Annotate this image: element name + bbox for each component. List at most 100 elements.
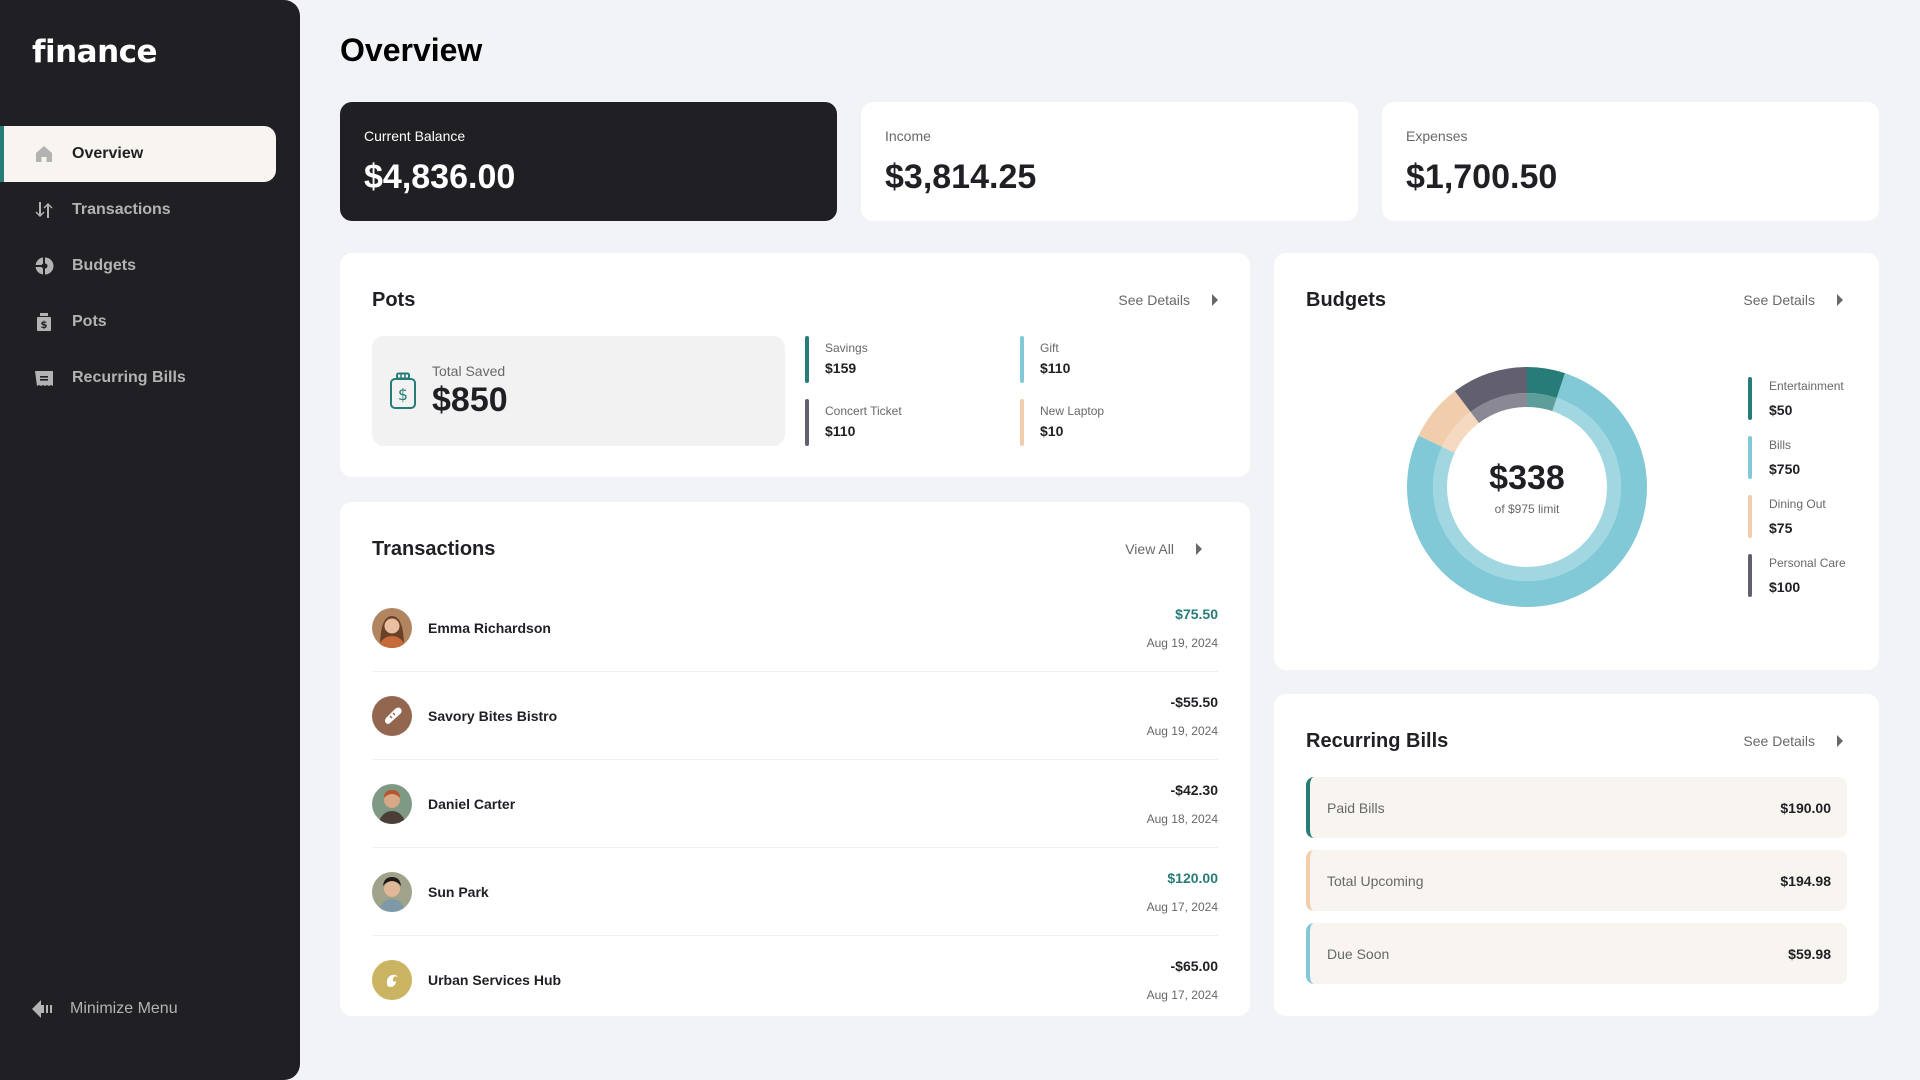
avatar-emma-richardson xyxy=(372,607,412,648)
transaction-name: Savory Bites Bistro xyxy=(428,707,558,724)
recurring-see-details-link[interactable]: See Details xyxy=(1743,733,1843,749)
pot-color-bar xyxy=(805,399,809,446)
sidebar-item-label: Pots xyxy=(72,313,107,330)
bill-row-total-upcoming: Total Upcoming $194.98 xyxy=(1306,850,1847,911)
transaction-amount: $120.00 xyxy=(1167,869,1218,886)
jar-icon: $ xyxy=(390,372,416,409)
pots-card: Pots See Details $ Total Saved $850 Savi… xyxy=(340,253,1250,477)
budget-limit-text: of $975 limit xyxy=(1494,501,1560,516)
transaction-name: Urban Services Hub xyxy=(428,972,562,988)
total-saved-box: $ Total Saved $850 xyxy=(372,336,785,446)
caret-right-icon xyxy=(1212,294,1218,306)
legend-name: Dining Out xyxy=(1769,497,1826,511)
pot-color-bar xyxy=(805,336,809,383)
current-balance-card: Current Balance $4,836.00 xyxy=(340,102,837,221)
page-title: Overview xyxy=(340,32,483,68)
transactions-header: Transactions View All xyxy=(372,534,1218,564)
bill-amount: $190.00 xyxy=(1780,799,1831,816)
pot-amount: $110 xyxy=(1040,360,1071,376)
home-icon xyxy=(32,142,56,166)
pot-amount: $10 xyxy=(1040,423,1064,439)
current-balance-label: Current Balance xyxy=(364,128,466,144)
view-all-label: View All xyxy=(1125,541,1174,557)
bill-row-paid: Paid Bills $190.00 xyxy=(1306,777,1847,838)
budgets-see-details-link[interactable]: See Details xyxy=(1743,292,1843,308)
pot-item-gift: Gift $110 xyxy=(1020,336,1225,383)
transaction-name: Daniel Carter xyxy=(428,795,516,812)
avatar-sun-park xyxy=(372,871,412,912)
transaction-date: Aug 17, 2024 xyxy=(1146,988,1218,1002)
app-logo[interactable]: finance xyxy=(32,34,158,70)
bill-row-due-soon: Due Soon $59.98 xyxy=(1306,923,1847,984)
income-label: Income xyxy=(885,128,931,144)
legend-item-bills: Bills $750 xyxy=(1748,436,1846,479)
see-details-label: See Details xyxy=(1118,292,1190,308)
see-details-label: See Details xyxy=(1743,292,1815,308)
legend-color-bar xyxy=(1748,495,1752,538)
caret-right-icon xyxy=(1837,294,1843,306)
recurring-bills-list: Paid Bills $190.00 Total Upcoming $194.9… xyxy=(1306,777,1847,996)
pot-item-savings: Savings $159 xyxy=(805,336,1020,383)
pot-amount: $159 xyxy=(825,360,857,376)
pot-color-bar xyxy=(1020,336,1024,383)
transactions-list: Emma Richardson $75.50 Aug 19, 2024 Savo… xyxy=(372,584,1218,1024)
sidebar-item-label: Transactions xyxy=(72,201,171,218)
service-icon xyxy=(372,960,412,1000)
sidebar-item-label: Budgets xyxy=(72,257,136,274)
current-balance-value: $4,836.00 xyxy=(364,158,516,196)
transaction-amount: -$55.50 xyxy=(1170,693,1218,710)
jar-icon: $ xyxy=(32,310,56,334)
legend-item-entertainment: Entertainment $50 xyxy=(1748,377,1846,420)
legend-color-bar xyxy=(1748,377,1752,420)
expenses-card: Expenses $1,700.50 xyxy=(1382,102,1879,221)
transaction-row[interactable]: Daniel Carter -$42.30 Aug 18, 2024 xyxy=(372,760,1218,848)
minimize-menu-label: Minimize Menu xyxy=(70,1000,178,1017)
bill-label: Due Soon xyxy=(1327,945,1390,962)
legend-name: Bills xyxy=(1769,438,1792,452)
transaction-row[interactable]: Savory Bites Bistro -$55.50 Aug 19, 2024 xyxy=(372,672,1218,760)
budgets-header: Budgets See Details xyxy=(1306,285,1847,315)
svg-text:$: $ xyxy=(398,385,408,404)
transaction-amount: $75.50 xyxy=(1175,605,1218,622)
pot-amount: $110 xyxy=(825,423,856,439)
bill-amount: $194.98 xyxy=(1780,872,1831,889)
minimize-menu-button[interactable]: Minimize Menu xyxy=(32,994,178,1024)
legend-name: Entertainment xyxy=(1769,379,1844,393)
transaction-row[interactable]: Sun Park $120.00 Aug 17, 2024 xyxy=(372,848,1218,936)
budgets-title: Budgets xyxy=(1306,288,1386,311)
bill-label: Paid Bills xyxy=(1327,799,1385,816)
sidebar-item-transactions[interactable]: Transactions xyxy=(0,182,276,238)
pot-name: Concert Ticket xyxy=(825,404,902,418)
sidebar-item-budgets[interactable]: Budgets xyxy=(0,238,276,294)
expenses-value: $1,700.50 xyxy=(1406,158,1558,196)
transactions-view-all-link[interactable]: View All xyxy=(1125,541,1202,557)
sidebar-item-label: Recurring Bills xyxy=(72,369,186,386)
legend-item-dining-out: Dining Out $75 xyxy=(1748,495,1846,538)
legend-amount: $750 xyxy=(1769,461,1801,477)
transaction-date: Aug 19, 2024 xyxy=(1146,635,1218,650)
sidebar-item-overview[interactable]: Overview xyxy=(0,126,276,182)
sidebar-item-recurring-bills[interactable]: Recurring Bills xyxy=(0,350,276,406)
legend-amount: $75 xyxy=(1769,520,1793,536)
budget-spent-amount: $338 xyxy=(1489,458,1565,497)
recurring-bills-card: Recurring Bills See Details Paid Bills $… xyxy=(1274,694,1879,1016)
pie-chart-icon xyxy=(32,254,56,278)
transaction-amount: -$42.30 xyxy=(1170,781,1218,798)
pot-color-bar xyxy=(1020,399,1024,446)
donut-center: $338 of $975 limit xyxy=(1407,367,1647,607)
pot-name: Gift xyxy=(1040,341,1059,355)
pot-item-new-laptop: New Laptop $10 xyxy=(1020,399,1225,446)
pots-see-details-link[interactable]: See Details xyxy=(1118,292,1218,308)
sidebar-item-pots[interactable]: $ Pots xyxy=(0,294,276,350)
receipt-icon xyxy=(32,366,56,390)
transaction-row[interactable]: Emma Richardson $75.50 Aug 19, 2024 xyxy=(372,584,1218,672)
transaction-date: Aug 19, 2024 xyxy=(1146,723,1218,738)
transaction-amount: -$65.00 xyxy=(1170,958,1218,974)
expenses-label: Expenses xyxy=(1406,128,1468,144)
transaction-row[interactable]: Urban Services Hub -$65.00 Aug 17, 2024 xyxy=(372,936,1218,1024)
legend-color-bar xyxy=(1748,554,1752,597)
bill-amount: $59.98 xyxy=(1788,945,1831,962)
total-saved-label: Total Saved xyxy=(432,362,506,379)
bread-icon xyxy=(372,695,412,736)
legend-item-personal-care: Personal Care $100 xyxy=(1748,554,1846,597)
